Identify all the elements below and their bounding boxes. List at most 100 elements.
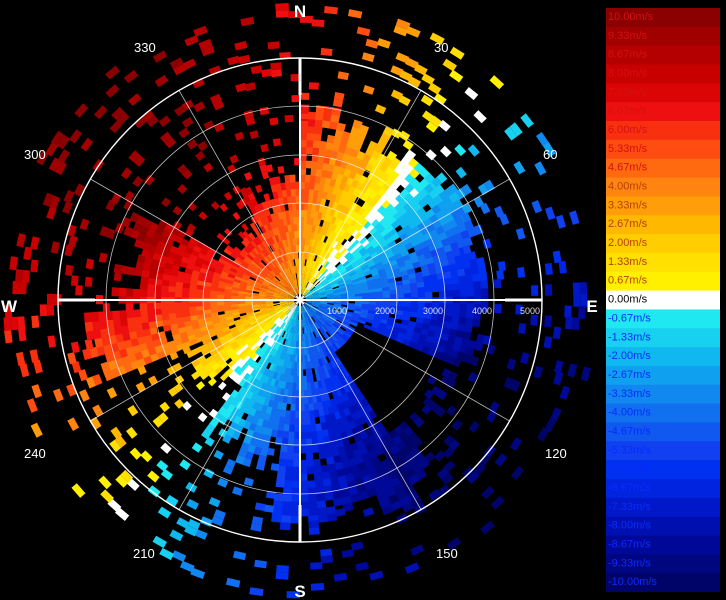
radar-echo-cell [279, 451, 288, 460]
radar-echo-cell [356, 26, 371, 37]
radar-echo-cell [365, 38, 379, 49]
radar-echo-cell [300, 139, 308, 148]
range-label-3000: 3000 [423, 306, 443, 316]
radar-echo-cell [160, 307, 169, 315]
radar-echo-cell [52, 388, 64, 402]
radar-echo-cell [90, 311, 100, 322]
velocity-colorbar: 10.00m/s 9.33m/s 8.67m/s 8.00m/s 7.33m/s 6.67… [606, 8, 720, 592]
radar-echo-cell [362, 507, 375, 517]
radar-echo-cell [15, 269, 23, 283]
radar-echo-cell [324, 6, 338, 15]
colorbar-label: 5.33m/s [608, 143, 648, 155]
radar-echo-cell [320, 47, 333, 56]
radar-echo-cell [313, 133, 322, 142]
radar-echo-cell [181, 116, 194, 128]
radar-echo-cell [434, 450, 446, 462]
radar-echo-cell [97, 311, 107, 322]
radar-echo-cell [311, 444, 320, 453]
radar-echo-cell [472, 318, 481, 328]
radar-echo-cell [515, 227, 526, 240]
radar-echo-cell [473, 288, 482, 298]
radar-echo-cell [46, 304, 55, 316]
colorbar-label: 10.00m/s [608, 11, 654, 23]
radar-echo-cell [216, 301, 225, 306]
radar-echo-cell [544, 206, 556, 221]
radar-echo-cell [30, 422, 43, 438]
radar-echo-cell [305, 431, 312, 440]
radar-echo-cell [488, 401, 500, 414]
radar-echo-cell [290, 188, 297, 197]
radar-echo-cell [275, 571, 289, 580]
radar-echo-cell [188, 306, 197, 312]
radar-echo-cell [510, 465, 525, 481]
radar-echo-cell [139, 302, 148, 311]
radar-echo-cell [449, 69, 464, 83]
radar-echo-cell [464, 87, 479, 101]
radar-echo-cell [10, 316, 19, 331]
radar-echo-cell [229, 154, 239, 164]
radar-echo-cell [304, 424, 312, 433]
radar-echo-cell [445, 303, 454, 311]
radar-echo-cell [193, 101, 206, 113]
radar-echo-cell [4, 329, 13, 344]
radar-echo-cell [307, 501, 318, 510]
radar-echo-cell [15, 351, 26, 366]
radar-echo-cell [451, 419, 463, 431]
radar-echo-cell [559, 385, 571, 400]
radar-echo-cell [210, 201, 220, 211]
colorbar-label: 6.67m/s [608, 105, 648, 117]
radar-echo-cell [261, 68, 273, 78]
radar-echo-cell [417, 292, 426, 298]
radar-echo-cell [160, 468, 173, 481]
radar-echo-cell [202, 301, 211, 307]
radar-echo-cell [304, 417, 311, 426]
radar-velocity-plot: 1000 2000 3000 4000 5000 30 60 120 150 2… [1, 2, 598, 600]
radar-echo-cell [468, 421, 480, 434]
radar-echo-cell [291, 202, 297, 211]
radar-echo-cell [106, 387, 118, 399]
radar-echo-cell [533, 366, 544, 379]
radar-echo-cell [249, 130, 259, 140]
radar-echo-cell [389, 293, 398, 299]
radar-echo-cell [146, 308, 155, 316]
radar-echo-cell [244, 171, 253, 181]
radar-echo-cell [92, 404, 104, 417]
radar-echo-cell [140, 450, 153, 463]
radar-echo-cell [445, 290, 454, 298]
radar-echo-cell [254, 502, 266, 512]
colorbar-label: 4.67m/s [608, 162, 648, 174]
radar-echo-cell [410, 544, 425, 556]
radar-echo-cell [195, 381, 205, 391]
azimuth-label-300: 300 [24, 147, 46, 162]
colorbar-label: -3.33m/s [608, 388, 651, 400]
radar-echo-cell [186, 498, 199, 510]
radar-echo-cell [67, 417, 80, 431]
radar-echo-cell [340, 297, 349, 300]
radar-echo-cell [497, 261, 507, 272]
radar-echo-cell [111, 310, 120, 320]
radar-echo-cell [12, 280, 20, 295]
radar-echo-cell [489, 75, 505, 90]
radar-echo-cell [174, 375, 185, 385]
radar-echo-cell [580, 366, 591, 382]
radar-echo-cell [552, 250, 562, 264]
radar-echo-cell [290, 494, 300, 503]
radar-echo-cell [459, 289, 468, 298]
colorbar-label: -8.00m/s [608, 520, 651, 532]
radar-echo-cell [303, 403, 310, 412]
radar-echo-cell [337, 71, 349, 81]
radar-echo-cell [111, 287, 120, 297]
radar-echo-cell [481, 485, 495, 500]
radar-echo-cell [232, 550, 247, 561]
radar-echo-cell [567, 363, 578, 378]
radar-echo-cell [240, 16, 255, 27]
radar-echo-cell [452, 303, 461, 311]
radar-echo-cell [105, 65, 120, 80]
radar-echo-cell [340, 302, 349, 306]
radar-echo-cell [132, 175, 144, 188]
radar-echo-cell [71, 483, 86, 498]
colorbar-label: 1.33m/s [608, 256, 648, 268]
radar-echo-cell [156, 460, 169, 472]
radar-echo-cell [195, 301, 204, 307]
radar-echo-cell [565, 316, 573, 330]
